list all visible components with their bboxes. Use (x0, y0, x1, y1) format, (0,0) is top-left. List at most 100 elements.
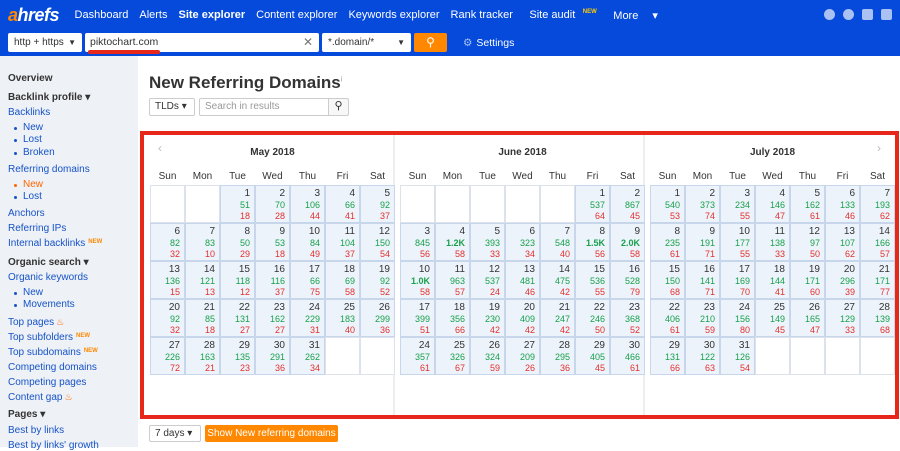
new-domains-count[interactable]: 135 (235, 352, 250, 362)
calendar-day-cell[interactable]: 25 183 40 (325, 299, 360, 337)
calendar-day-cell[interactable]: 15 536 55 (575, 261, 610, 299)
lost-domains-count[interactable]: 41 (345, 211, 355, 221)
new-domains-count[interactable]: 122 (700, 352, 715, 362)
lost-domains-count[interactable]: 46 (845, 211, 855, 221)
new-domains-count[interactable]: 169 (735, 276, 750, 286)
lost-domains-count[interactable]: 27 (240, 325, 250, 335)
lost-domains-count[interactable]: 32 (170, 325, 180, 335)
sidebar-referring-domains[interactable]: Referring domains (8, 164, 90, 175)
lost-domains-count[interactable]: 55 (740, 249, 750, 259)
calendar-day-cell[interactable]: 27 129 33 (825, 299, 860, 337)
new-domains-count[interactable]: 536 (590, 276, 605, 286)
calendar-day-cell[interactable]: 1 51 18 (220, 185, 255, 223)
lost-domains-count[interactable]: 61 (670, 325, 680, 335)
new-domains-count[interactable]: 129 (840, 314, 855, 324)
calendar-day-cell[interactable]: 22 131 27 (220, 299, 255, 337)
nav-alerts[interactable]: Alerts (139, 9, 167, 22)
new-domains-count[interactable]: 118 (236, 276, 250, 286)
lost-domains-count[interactable]: 58 (455, 249, 465, 259)
calendar-day-cell[interactable]: 5 162 61 (790, 185, 825, 223)
calendar-day-cell[interactable]: 10 84 49 (290, 223, 325, 261)
new-domains-count[interactable]: 150 (665, 276, 680, 286)
calendar-day-cell[interactable]: 24 156 80 (720, 299, 755, 337)
new-domains-count[interactable]: 234 (735, 200, 750, 210)
new-domains-count[interactable]: 409 (520, 314, 535, 324)
new-domains-count[interactable]: 82 (170, 238, 180, 248)
new-domains-count[interactable]: 405 (590, 352, 605, 362)
calendar-day-cell[interactable]: 2 373 74 (685, 185, 720, 223)
lost-domains-count[interactable]: 42 (560, 325, 570, 335)
notifications-icon[interactable] (843, 9, 854, 20)
calendar-day-cell[interactable]: 21 171 77 (860, 261, 895, 299)
calendar-day-cell[interactable]: 18 356 66 (435, 299, 470, 337)
new-domains-count[interactable]: 51 (240, 200, 250, 210)
lost-domains-count[interactable]: 61 (420, 363, 430, 373)
lost-domains-count[interactable]: 62 (880, 211, 890, 221)
sidebar-internal-backlinks[interactable]: Internal backlinks NEW (8, 238, 102, 249)
lost-domains-count[interactable]: 66 (670, 363, 680, 373)
sidebar-organic-keywords[interactable]: Organic keywords (8, 272, 88, 283)
new-domains-count[interactable]: 540 (665, 200, 680, 210)
calendar-day-cell[interactable]: 17 66 75 (290, 261, 325, 299)
lost-domains-count[interactable]: 71 (705, 287, 715, 297)
account-icon[interactable] (881, 9, 892, 20)
calendar-day-cell[interactable]: 9 191 71 (685, 223, 720, 261)
calendar-day-cell[interactable]: 26 299 36 (360, 299, 395, 337)
nav-keywords-explorer[interactable]: Keywords explorer (348, 9, 439, 22)
new-domains-count[interactable]: 229 (305, 314, 320, 324)
calendar-day-cell[interactable]: 7 83 10 (185, 223, 220, 261)
calendar-day-cell[interactable]: 23 210 59 (685, 299, 720, 337)
new-domains-count[interactable]: 69 (345, 276, 355, 286)
close-icon[interactable]: ✕ (303, 33, 313, 52)
lost-domains-count[interactable]: 52 (630, 325, 640, 335)
new-domains-count[interactable]: 193 (875, 200, 890, 210)
new-domains-count[interactable]: 537 (485, 276, 500, 286)
calendar-day-cell[interactable]: 23 368 52 (610, 299, 645, 337)
lost-domains-count[interactable]: 36 (560, 363, 570, 373)
help-icon[interactable] (824, 9, 835, 20)
new-domains-count[interactable]: 144 (770, 276, 785, 286)
results-search-input[interactable]: Search in results (199, 98, 329, 116)
lost-domains-count[interactable]: 27 (275, 325, 285, 335)
new-domains-count[interactable]: 139 (875, 314, 890, 324)
new-domains-count[interactable]: 121 (200, 276, 215, 286)
calendar-day-cell[interactable]: 30 122 63 (685, 337, 720, 375)
calendar-day-cell[interactable]: 9 53 18 (255, 223, 290, 261)
show-new-referring-domains-button[interactable]: Show New referring domains (205, 425, 338, 442)
lost-domains-count[interactable]: 12 (240, 287, 250, 297)
lost-domains-count[interactable]: 71 (705, 249, 715, 259)
calendar-day-cell[interactable]: 12 150 54 (360, 223, 395, 261)
calendar-day-cell[interactable]: 11 963 57 (435, 261, 470, 299)
sidebar-backlink-profile[interactable]: Backlink profile ▾ (8, 92, 90, 103)
sidebar-backlinks-broken[interactable]: Broken (23, 147, 55, 158)
new-domains-count[interactable]: 150 (375, 238, 390, 248)
calendar-day-cell[interactable]: 6 323 34 (505, 223, 540, 261)
calendar-day-cell[interactable]: 20 296 39 (825, 261, 860, 299)
sidebar-top-pages[interactable]: Top pages ♨ (8, 317, 64, 328)
calendar-day-cell[interactable]: 20 409 42 (505, 299, 540, 337)
new-domains-count[interactable]: 156 (735, 314, 750, 324)
lost-domains-count[interactable]: 18 (275, 249, 285, 259)
new-domains-count[interactable]: 162 (270, 314, 285, 324)
new-domains-count[interactable]: 116 (271, 276, 285, 286)
nav-dashboard[interactable]: Dashboard (75, 9, 129, 22)
settings-link[interactable]: ⚙ Settings (463, 37, 514, 49)
lost-domains-count[interactable]: 66 (455, 325, 465, 335)
calendar-day-cell[interactable]: 27 209 26 (505, 337, 540, 375)
new-domains-count[interactable]: 146 (770, 200, 785, 210)
new-domains-count[interactable]: 475 (555, 276, 570, 286)
new-domains-count[interactable]: 138 (770, 238, 785, 248)
calendar-day-cell[interactable]: 7 548 40 (540, 223, 575, 261)
lost-domains-count[interactable]: 62 (845, 249, 855, 259)
new-domains-count[interactable]: 295 (555, 352, 570, 362)
new-domains-count[interactable]: 166 (875, 238, 890, 248)
calendar-day-cell[interactable]: 8 1.5K 56 (575, 223, 610, 261)
calendar-day-cell[interactable]: 12 97 50 (790, 223, 825, 261)
ahrefs-logo[interactable]: ahrefs (8, 5, 60, 26)
new-domains-count[interactable]: 162 (805, 200, 820, 210)
sidebar-anchors[interactable]: Anchors (8, 208, 45, 219)
calendar-day-cell[interactable]: 28 139 68 (860, 299, 895, 337)
calendar-day-cell[interactable]: 21 85 18 (185, 299, 220, 337)
calendar-day-cell[interactable]: 5 92 37 (360, 185, 395, 223)
lost-domains-count[interactable]: 18 (205, 325, 215, 335)
